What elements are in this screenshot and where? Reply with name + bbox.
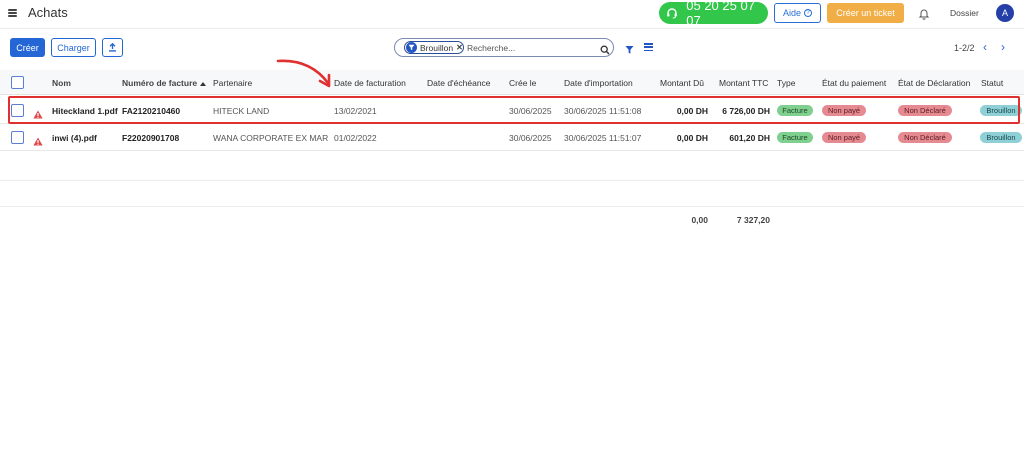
close-icon[interactable]: ✕ bbox=[456, 43, 463, 52]
phone-number: 05 20 25 07 07 bbox=[686, 0, 755, 28]
type-badge: Facture bbox=[777, 132, 813, 143]
page-title: Achats bbox=[28, 5, 68, 20]
top-bar: Achats 05 20 25 07 07 Aide ? Créer un ti… bbox=[0, 0, 1024, 28]
header-divider bbox=[0, 28, 1024, 29]
total-montant-ttc: 7 327,20 bbox=[736, 215, 770, 225]
cell-numero: FA2120210460 bbox=[122, 106, 181, 116]
cell-montant-du: 0,00 DH bbox=[676, 133, 708, 143]
cell-nom[interactable]: Hiteckland 1.pdf bbox=[52, 106, 118, 116]
row-checkbox[interactable] bbox=[11, 104, 24, 117]
col-montant-ttc[interactable]: Montant TTC bbox=[719, 78, 768, 88]
declaration-status-badge: Non Déclaré bbox=[898, 105, 952, 116]
create-button[interactable]: Créer bbox=[10, 38, 45, 57]
col-date-echeance[interactable]: Date d'échéance bbox=[427, 78, 491, 88]
headset-icon bbox=[666, 7, 678, 20]
row-divider bbox=[0, 180, 1024, 181]
sort-asc-icon bbox=[200, 81, 207, 86]
col-type[interactable]: Type bbox=[777, 78, 795, 88]
filter-icon bbox=[406, 42, 417, 53]
cell-nom[interactable]: inwi (4).pdf bbox=[52, 133, 97, 143]
create-ticket-button[interactable]: Créer un ticket bbox=[827, 3, 904, 23]
chevron-right-icon[interactable]: › bbox=[1001, 41, 1011, 53]
cell-date-importation: 30/06/2025 11:51:08 bbox=[564, 106, 642, 116]
help-button[interactable]: Aide ? bbox=[774, 3, 821, 23]
payment-status-badge: Non payé bbox=[822, 105, 866, 116]
search-icon[interactable] bbox=[600, 42, 610, 55]
col-numero[interactable]: Numéro de facture bbox=[122, 78, 207, 88]
cell-partenaire: HITECK LAND bbox=[213, 106, 270, 116]
row-divider bbox=[0, 206, 1024, 207]
select-all-checkbox[interactable] bbox=[11, 76, 24, 89]
table-header: Nom Numéro de facture Partenaire Date de… bbox=[0, 70, 1024, 95]
filter-icon[interactable] bbox=[625, 42, 634, 54]
col-cree-le[interactable]: Crée le bbox=[509, 78, 536, 88]
table-row[interactable]: inwi (4).pdf F22020901708 WANA CORPORATE… bbox=[0, 124, 1024, 151]
cell-montant-ttc: 601,20 DH bbox=[729, 133, 770, 143]
upload-button[interactable] bbox=[102, 38, 123, 57]
warning-icon bbox=[33, 106, 43, 119]
bell-icon[interactable] bbox=[918, 7, 930, 20]
cell-date-importation: 30/06/2025 11:51:07 bbox=[564, 133, 642, 143]
status-badge: Brouillon bbox=[980, 132, 1022, 143]
table-row[interactable]: Hiteckland 1.pdf FA2120210460 HITECK LAN… bbox=[0, 97, 1024, 124]
col-partenaire[interactable]: Partenaire bbox=[213, 78, 252, 88]
upload-icon bbox=[108, 39, 117, 57]
col-date-importation[interactable]: Date d'importation bbox=[564, 78, 633, 88]
cell-montant-du: 0,00 DH bbox=[676, 106, 708, 116]
cell-montant-ttc: 6 726,00 DH bbox=[722, 106, 770, 116]
col-nom[interactable]: Nom bbox=[52, 78, 71, 88]
warning-icon bbox=[33, 133, 43, 146]
annotation-arrow-icon bbox=[276, 59, 331, 88]
status-badge: Brouillon bbox=[980, 105, 1022, 116]
question-icon: ? bbox=[804, 9, 812, 17]
dossier-menu[interactable]: Dossier bbox=[950, 8, 979, 18]
filter-chip-brouillon[interactable]: Brouillon ✕ bbox=[404, 41, 464, 54]
cell-partenaire: WANA CORPORATE EX MARO... bbox=[213, 133, 328, 143]
cell-cree-le: 30/06/2025 bbox=[509, 133, 552, 143]
search-input[interactable] bbox=[467, 41, 587, 54]
cell-cree-le: 30/06/2025 bbox=[509, 106, 552, 116]
row-checkbox[interactable] bbox=[11, 131, 24, 144]
col-etat-paiement[interactable]: État du paiement bbox=[822, 78, 886, 88]
avatar[interactable]: A bbox=[996, 4, 1014, 22]
cell-numero: F22020901708 bbox=[122, 133, 180, 143]
col-etat-declaration[interactable]: État de Déclaration bbox=[898, 78, 970, 88]
pager-count: 1-2/2 bbox=[954, 43, 975, 53]
phone-support-button[interactable]: 05 20 25 07 07 bbox=[659, 0, 768, 28]
col-numero-label: Numéro de facture bbox=[122, 78, 198, 88]
cell-date-facturation: 01/02/2022 bbox=[334, 133, 377, 143]
col-statut[interactable]: Statut bbox=[981, 78, 1003, 88]
total-montant-du: 0,00 bbox=[691, 215, 708, 225]
search-bar: Brouillon ✕ bbox=[394, 38, 614, 57]
type-badge: Facture bbox=[777, 105, 813, 116]
cell-date-facturation: 13/02/2021 bbox=[334, 106, 377, 116]
payment-status-badge: Non payé bbox=[822, 132, 866, 143]
list-view-icon[interactable] bbox=[644, 43, 653, 51]
declaration-status-badge: Non Déclaré bbox=[898, 132, 952, 143]
col-montant-du[interactable]: Montant Dû bbox=[660, 78, 704, 88]
chevron-left-icon[interactable]: ‹ bbox=[983, 41, 993, 53]
load-button[interactable]: Charger bbox=[51, 38, 96, 57]
menu-icon[interactable] bbox=[8, 9, 17, 17]
help-label: Aide bbox=[782, 8, 801, 18]
filter-chip-label: Brouillon bbox=[420, 42, 454, 53]
